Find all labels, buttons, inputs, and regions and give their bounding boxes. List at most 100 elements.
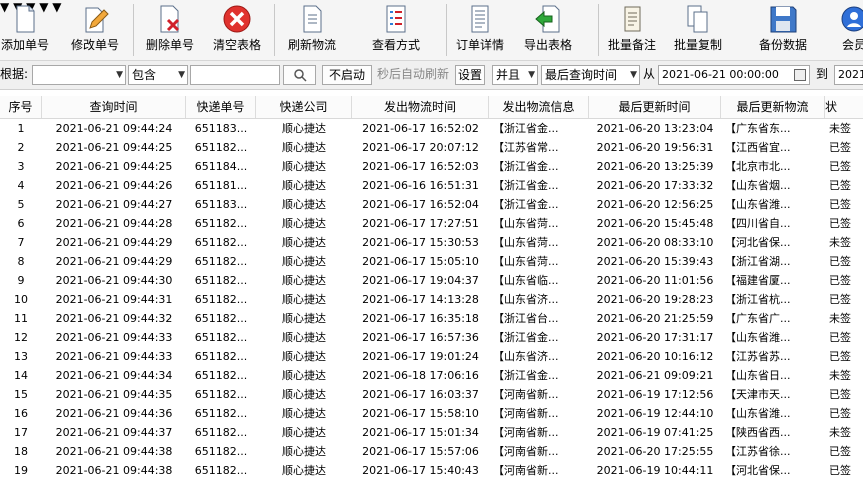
filter-field-select[interactable]: ▼ (32, 65, 126, 85)
cell-dispatch-info: 【山东省济... (493, 350, 559, 363)
to-date-input[interactable]: 2021 (834, 65, 863, 85)
cell-courier-company: 顺心捷达 (282, 407, 326, 420)
view-mode-button[interactable]: 查看方式 (366, 0, 426, 58)
cell-status: 未签 (829, 312, 851, 325)
table-row[interactable]: 16 2021-06-21 09:44:36 651182... 顺心捷达 2021-0… (0, 404, 863, 423)
cell-dispatch-time: 2021-06-17 16:52:04 (362, 198, 479, 211)
column-header-last-update-time[interactable]: 最后更新时间 (589, 96, 721, 118)
cell-dispatch-info: 【浙江省金... (493, 179, 559, 192)
cell-tracking-number: 651182... (194, 350, 248, 363)
cell-tracking-number: 651182... (194, 236, 248, 249)
date-field-select[interactable]: 最后查询时间 ▼ (541, 65, 640, 85)
cell-dispatch-time: 2021-06-17 15:57:06 (362, 445, 479, 458)
table-row[interactable]: 4 2021-06-21 09:44:26 651181... 顺心捷达 2021-06… (0, 176, 863, 195)
table-row[interactable]: 12 2021-06-21 09:44:33 651182... 顺心捷达 2021-0… (0, 328, 863, 347)
from-label: 从 (643, 67, 656, 81)
cell-tracking-number: 651182... (194, 217, 248, 230)
settings-button[interactable]: 设置 (455, 65, 485, 85)
cell-tracking-number: 651182... (194, 141, 248, 154)
add-order-button[interactable]: 添加单号 (0, 0, 50, 58)
keyword-input[interactable] (190, 65, 280, 85)
chevron-down-icon: ▼ (116, 70, 123, 80)
auto-refresh-button[interactable]: 不启动 (322, 65, 372, 85)
delete-order-button[interactable]: 删除单号 (142, 0, 198, 58)
cell-status: 已签 (829, 179, 851, 192)
cell-row-number: 7 (17, 236, 25, 249)
backup-dropdown-arrow[interactable]: ▼ (52, 0, 61, 14)
cell-query-time: 2021-06-21 09:44:27 (55, 198, 173, 211)
cell-last-update-info: 【山东省烟... (725, 179, 791, 192)
table-row[interactable]: 10 2021-06-21 09:44:31 651182... 顺心捷达 2021-0… (0, 290, 863, 309)
cell-dispatch-info: 【山东省菏... (493, 217, 559, 230)
search-button[interactable] (283, 65, 316, 85)
order-detail-button[interactable]: 订单详情 (452, 0, 508, 58)
column-header-last-update-info[interactable]: 最后更新物流 (721, 96, 825, 118)
table-row[interactable]: 5 2021-06-21 09:44:27 651183... 顺心捷达 2021-06… (0, 195, 863, 214)
cell-row-number: 10 (14, 293, 28, 306)
batch-note-button[interactable]: 批量备注 (604, 0, 660, 58)
table-row[interactable]: 9 2021-06-21 09:44:30 651182... 顺心捷达 2021-06… (0, 271, 863, 290)
cell-row-number: 12 (14, 331, 28, 344)
column-header-dispatch-time[interactable]: 发出物流时间 (352, 96, 489, 118)
table-row[interactable]: 17 2021-06-21 09:44:37 651182... 顺心捷达 2021-0… (0, 423, 863, 442)
column-header-status[interactable]: 状 (825, 96, 863, 118)
refresh-logistics-button[interactable]: 刷新物流 (282, 0, 342, 58)
calendar-icon[interactable] (794, 69, 806, 81)
cell-courier-company: 顺心捷达 (282, 160, 326, 173)
backup-data-button[interactable]: 备份数据 (752, 0, 814, 58)
cell-last-update-time: 2021-06-20 17:31:17 (596, 331, 714, 344)
document-icon (16, 5, 35, 33)
edit-order-button[interactable]: 修改单号 (66, 0, 124, 58)
cell-query-time: 2021-06-21 09:44:25 (55, 160, 173, 173)
from-date-input[interactable]: 2021-06-21 00:00:00 (658, 65, 810, 85)
cell-last-update-info: 【广东省东... (725, 122, 791, 135)
export-table-button[interactable]: 导出表格 (518, 0, 578, 58)
cell-courier-company: 顺心捷达 (282, 198, 326, 211)
cell-status: 已签 (829, 331, 851, 344)
cell-dispatch-info: 【江苏省常... (493, 141, 559, 154)
toolbar-separator (446, 4, 447, 56)
cell-status: 未签 (829, 236, 851, 249)
cell-last-update-time: 2021-06-20 13:25:39 (596, 160, 714, 173)
table-row[interactable]: 7 2021-06-21 09:44:29 651182... 顺心捷达 2021-06… (0, 233, 863, 252)
table-row[interactable]: 14 2021-06-21 09:44:34 651182... 顺心捷达 2021-0… (0, 366, 863, 385)
cell-dispatch-time: 2021-06-17 19:01:24 (362, 350, 479, 363)
cell-dispatch-info: 【河南省新... (493, 464, 559, 477)
logic-select[interactable]: 并且 ▼ (492, 65, 538, 85)
table-row[interactable]: 19 2021-06-21 09:44:38 651182... 顺心捷达 2021-0… (0, 461, 863, 480)
cell-last-update-info: 【山东省潍... (725, 198, 791, 211)
table-row[interactable]: 11 2021-06-21 09:44:32 651182... 顺心捷达 2021-0… (0, 309, 863, 328)
batch-copy-button[interactable]: 批量复制 (670, 0, 726, 58)
table-row[interactable]: 18 2021-06-21 09:44:38 651182... 顺心捷达 2021-0… (0, 442, 863, 461)
table-row[interactable]: 1 2021-06-21 09:44:24 651183... 顺心捷达 2021-06… (0, 119, 863, 138)
to-label: 到 (816, 67, 829, 81)
cell-dispatch-info: 【河南省新... (493, 445, 559, 458)
column-header-courier-company[interactable]: 快递公司 (256, 96, 352, 118)
cell-last-update-time: 2021-06-20 21:25:59 (596, 312, 714, 325)
cell-status: 已签 (829, 293, 851, 306)
delete-document-icon (160, 5, 180, 33)
table-row[interactable]: 15 2021-06-21 09:44:35 651182... 顺心捷达 2021-0… (0, 385, 863, 404)
table-row[interactable]: 13 2021-06-21 09:44:33 651182... 顺心捷达 2021-0… (0, 347, 863, 366)
cell-tracking-number: 651182... (194, 445, 248, 458)
column-header-query-time[interactable]: 查询时间 (42, 96, 186, 118)
table-row[interactable]: 8 2021-06-21 09:44:29 651182... 顺心捷达 2021-06… (0, 252, 863, 271)
member-button[interactable]: 会员 (834, 0, 863, 58)
cell-last-update-info: 【山东省潍... (725, 407, 791, 420)
table-row[interactable]: 2 2021-06-21 09:44:25 651182... 顺心捷达 2021-06… (0, 138, 863, 157)
table-row[interactable]: 3 2021-06-21 09:44:25 651184... 顺心捷达 2021-06… (0, 157, 863, 176)
cell-dispatch-time: 2021-06-17 17:27:51 (362, 217, 479, 230)
cell-query-time: 2021-06-21 09:44:32 (55, 312, 173, 325)
cell-row-number: 18 (14, 445, 28, 458)
cell-courier-company: 顺心捷达 (282, 312, 326, 325)
column-header-row-number[interactable]: 序号 (0, 96, 42, 118)
column-header-dispatch-info[interactable]: 发出物流信息 (489, 96, 589, 118)
table-row[interactable]: 6 2021-06-21 09:44:28 651182... 顺心捷达 2021-06… (0, 214, 863, 233)
cell-last-update-info: 【河北省保... (725, 464, 791, 477)
cell-courier-company: 顺心捷达 (282, 217, 326, 230)
column-header-tracking-number[interactable]: 快递单号 (186, 96, 256, 118)
clear-table-button[interactable]: 清空表格 (208, 0, 266, 58)
cell-query-time: 2021-06-21 09:44:31 (55, 293, 173, 306)
cell-status: 已签 (829, 407, 851, 420)
match-mode-select[interactable]: 包含 ▼ (128, 65, 188, 85)
